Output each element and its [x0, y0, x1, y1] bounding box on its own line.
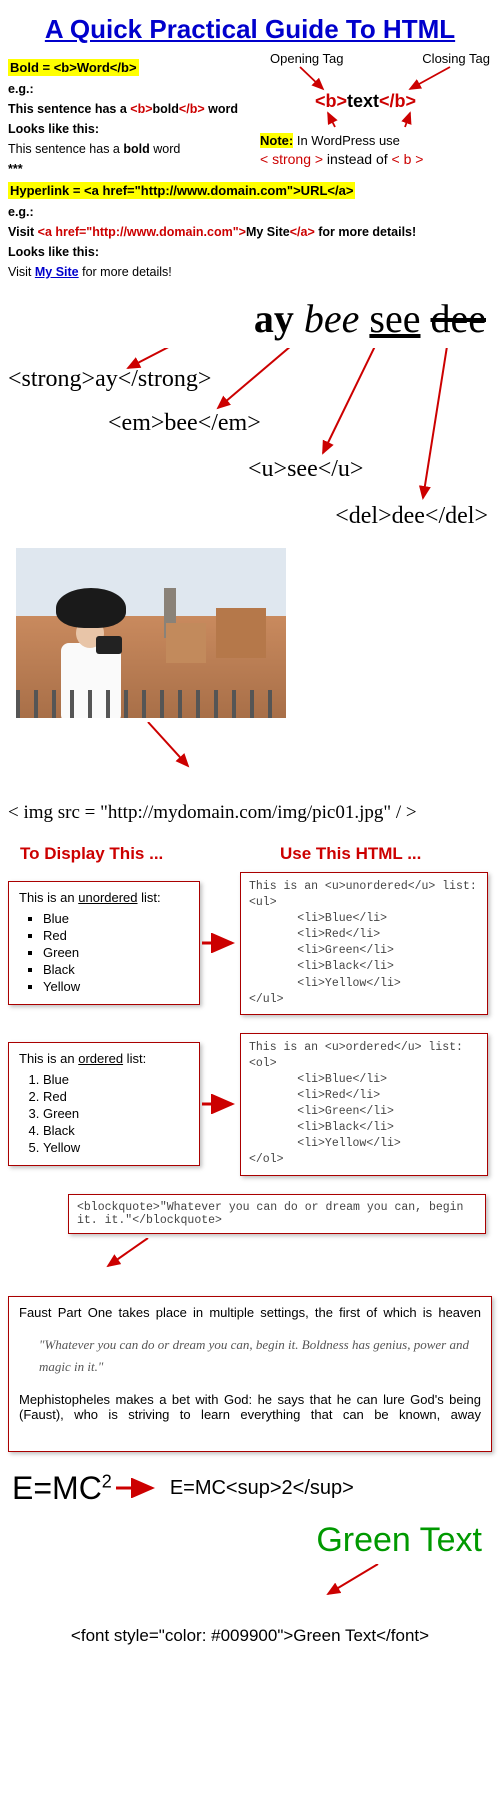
- list-section-header: To Display This ... Use This HTML ...: [8, 844, 492, 864]
- list-item: Black: [43, 1123, 189, 1138]
- strong-tag-example: <strong>ay</strong>: [8, 366, 211, 393]
- del-tag-example: <del>dee</del>: [335, 503, 488, 530]
- bold-formula: Bold = <b>Word</b>: [8, 59, 139, 76]
- closing-tag-label: Closing Tag: [422, 51, 490, 66]
- bold-section: Opening Tag Closing Tag <b>text</b> Note…: [8, 59, 492, 176]
- hyperlink-section: Hyperlink = <a href="http://www.domain.c…: [8, 182, 492, 279]
- unordered-rendered: This is an unordered list: Blue Red Gree…: [8, 881, 200, 1005]
- font-tag-code: <font style="color: #009900">Green Text<…: [8, 1626, 492, 1646]
- ordered-list-pair: This is an ordered list: Blue Red Green …: [8, 1033, 492, 1176]
- sample-photo: [16, 548, 286, 718]
- hyperlink-formula: Hyperlink = <a href="http://www.domain.c…: [8, 182, 355, 199]
- ordered-code: This is an <u>ordered</u> list: <ol> <li…: [240, 1033, 488, 1176]
- styled-words: ay bee see dee: [8, 295, 486, 342]
- color-section: Green Text <font style="color: #009900">…: [8, 1521, 492, 1646]
- emc-code: E=MC<sup>2</sup>: [170, 1477, 354, 1500]
- arrow-icon: [112, 1478, 162, 1498]
- unordered-code: This is an <u>unordered</u> list: <ul> <…: [240, 872, 488, 1015]
- list-item: Yellow: [43, 979, 189, 994]
- arrow-icon: [200, 1094, 240, 1114]
- page-title: A Quick Practical Guide To HTML: [8, 14, 492, 45]
- u-tag-example: <u>see</u>: [248, 456, 363, 483]
- tag-sample: <b>text</b>: [315, 91, 416, 112]
- list-item: Red: [43, 928, 189, 943]
- emc-rendered: E=MC2: [12, 1470, 112, 1507]
- list-item: Green: [43, 945, 189, 960]
- list-item: Green: [43, 1106, 189, 1121]
- green-text-rendered: Green Text: [8, 1521, 482, 1560]
- superscript-section: E=MC2 E=MC<sup>2</sup>: [12, 1470, 492, 1507]
- em-tag-example: <em>bee</em>: [108, 410, 261, 437]
- display-header: To Display This ...: [20, 844, 220, 864]
- image-section: < img src = "http://mydomain.com/img/pic…: [8, 548, 492, 824]
- wordpress-note-2: < strong > instead of < b >: [260, 151, 490, 167]
- list-item: Yellow: [43, 1140, 189, 1155]
- eg-label-2: e.g.:: [8, 205, 492, 219]
- styles-demo: ay bee see dee <strong>ay</strong> <em>b…: [8, 295, 492, 538]
- blockquote-code: <blockquote>"Whatever you can do or drea…: [68, 1194, 486, 1234]
- hyperlink-rendered-example: Visit My Site for more details!: [8, 265, 492, 279]
- list-item: Blue: [43, 1072, 189, 1087]
- list-item: Red: [43, 1089, 189, 1104]
- ordered-rendered: This is an ordered list: Blue Red Green …: [8, 1042, 200, 1166]
- list-item: Black: [43, 962, 189, 977]
- unordered-list-pair: This is an unordered list: Blue Red Gree…: [8, 872, 492, 1015]
- img-tag-example: < img src = "http://mydomain.com/img/pic…: [8, 802, 492, 824]
- wordpress-note: Note: In WordPress use: [260, 133, 490, 148]
- hyperlink-source-example: Visit <a href="http://www.domain.com">My…: [8, 225, 492, 239]
- arrow-icon: [200, 933, 240, 953]
- html-header: Use This HTML ...: [280, 844, 421, 864]
- list-item: Blue: [43, 911, 189, 926]
- blockquote-section: <blockquote>"Whatever you can do or drea…: [8, 1194, 492, 1452]
- looks-like-label-2: Looks like this:: [8, 245, 492, 259]
- tag-diagram: Opening Tag Closing Tag <b>text</b> Note…: [260, 51, 490, 181]
- opening-tag-label: Opening Tag: [270, 51, 344, 66]
- blockquote-rendered: Faust Part One takes place in multiple s…: [8, 1296, 492, 1452]
